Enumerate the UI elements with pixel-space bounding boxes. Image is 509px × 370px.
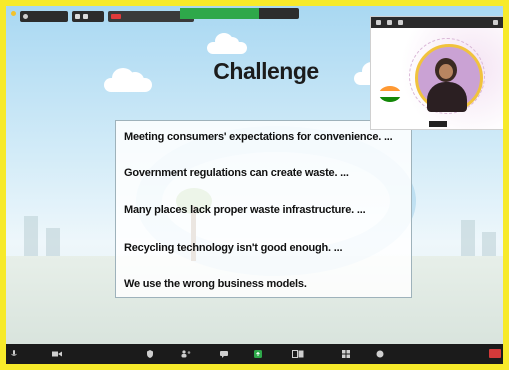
participants-icon[interactable] [180, 350, 192, 358]
activate-windows-watermark [388, 346, 478, 360]
live-badge-icon [111, 13, 121, 19]
top-toolbar [20, 10, 194, 22]
challenge-point: We use the wrong business models. [124, 278, 307, 290]
video-tile-header [371, 17, 503, 28]
building-decoration [24, 216, 38, 256]
share-screen-icon[interactable] [254, 350, 262, 358]
recording-indicator-icon [11, 11, 16, 16]
apps-icon[interactable] [342, 350, 350, 358]
stop-icon [83, 13, 88, 19]
building-decoration [461, 220, 475, 256]
record-icon[interactable] [292, 350, 304, 358]
participant-face [439, 64, 453, 79]
view-icon[interactable] [387, 20, 392, 25]
reactions-icon[interactable] [376, 350, 384, 358]
recording-pill[interactable] [20, 10, 68, 22]
pause-stop-controls[interactable] [72, 10, 104, 22]
video-camera-icon[interactable] [52, 350, 62, 358]
challenge-point: Many places lack proper waste infrastruc… [124, 204, 366, 216]
screen-share-banner [180, 8, 259, 19]
record-status-icon [23, 13, 28, 19]
security-icon[interactable] [146, 350, 154, 358]
india-flag-icon [379, 86, 401, 102]
chat-icon[interactable] [220, 350, 228, 358]
challenge-point: Meeting consumers' expectations for conv… [124, 131, 393, 143]
building-decoration [46, 228, 60, 256]
expand-icon[interactable] [493, 20, 498, 25]
pause-icon [75, 13, 80, 19]
challenge-point: Recycling technology isn't good enough. … [124, 242, 343, 254]
end-meeting-button[interactable] [489, 349, 501, 358]
meeting-window: Challenge Meeting consumers' expectation… [6, 6, 503, 364]
minimize-icon[interactable] [376, 20, 381, 25]
slide-title: Challenge [213, 58, 319, 84]
challenge-list: Meeting consumers' expectations for conv… [115, 120, 412, 298]
cloud-decoration [104, 68, 152, 92]
microphone-icon[interactable] [10, 350, 18, 358]
video-feed [371, 28, 503, 129]
grid-icon[interactable] [398, 20, 403, 25]
participant-name-tag [429, 121, 447, 127]
participant-body [427, 82, 467, 112]
cloud-decoration [207, 33, 247, 54]
challenge-point: Government regulations can create waste.… [124, 167, 349, 179]
building-decoration [482, 232, 496, 256]
participant-video-tile[interactable] [370, 16, 503, 130]
view-options-button[interactable] [259, 8, 299, 19]
